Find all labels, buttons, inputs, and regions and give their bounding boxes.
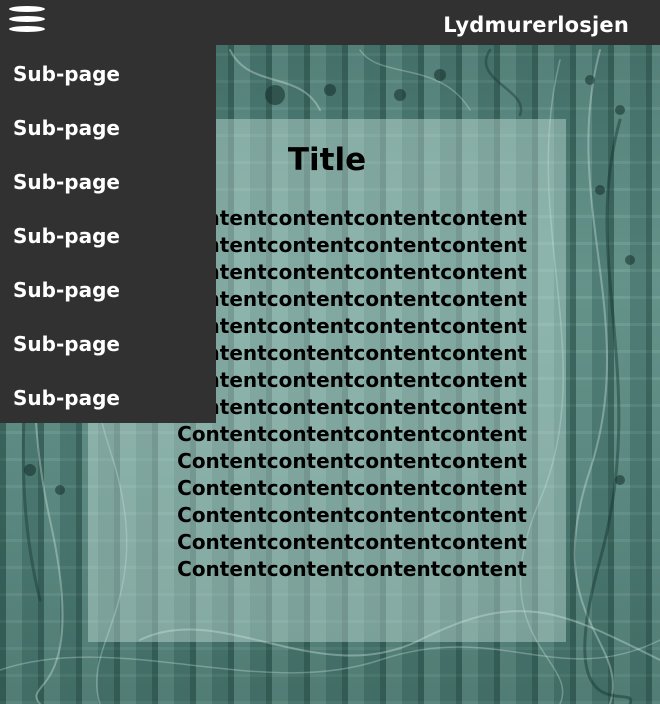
content-line: Contentcontentcontentcontent [177,287,527,311]
content-line: Contentcontentcontentcontent [177,395,527,419]
hamburger-menu-icon[interactable] [9,5,45,33]
content-line: Contentcontentcontentcontent [177,449,527,473]
nav-item-sub-page[interactable]: Sub-page [0,207,216,261]
nav-item-sub-page[interactable]: Sub-page [0,315,216,369]
content-line: Contentcontentcontentcontent [177,260,527,284]
content-line: Contentcontentcontentcontent [177,314,527,338]
content-line: Contentcontentcontentcontent [177,206,527,230]
nav-item-sub-page[interactable]: Sub-page [0,99,216,153]
content-line: Contentcontentcontentcontent [177,422,527,446]
content-body: Contentcontentcontentcontent Contentcont… [177,205,527,583]
nav-item-sub-page[interactable]: Sub-page [0,153,216,207]
site-title[interactable]: Lydmurerlosjen [443,11,629,39]
menu-bar-line [9,16,45,22]
content-line: Contentcontentcontentcontent [177,557,527,581]
content-line: Contentcontentcontentcontent [177,476,527,500]
nav-item-sub-page[interactable]: Sub-page [0,45,216,99]
menu-bar-line [9,6,45,12]
content-line: Contentcontentcontentcontent [177,341,527,365]
nav-item-sub-page[interactable]: Sub-page [0,261,216,315]
content-line: Contentcontentcontentcontent [177,368,527,392]
nav-item-sub-page[interactable]: Sub-page [0,369,216,423]
top-bar: Lydmurerlosjen [0,0,660,45]
content-line: Contentcontentcontentcontent [177,503,527,527]
content-line: Contentcontentcontentcontent [177,530,527,554]
nav-dropdown-menu: Sub-page Sub-page Sub-page Sub-page Sub-… [0,45,216,423]
menu-bar-line [9,26,45,32]
page: Title Contentcontentcontentcontent Conte… [0,0,660,704]
content-line: Contentcontentcontentcontent [177,233,527,257]
